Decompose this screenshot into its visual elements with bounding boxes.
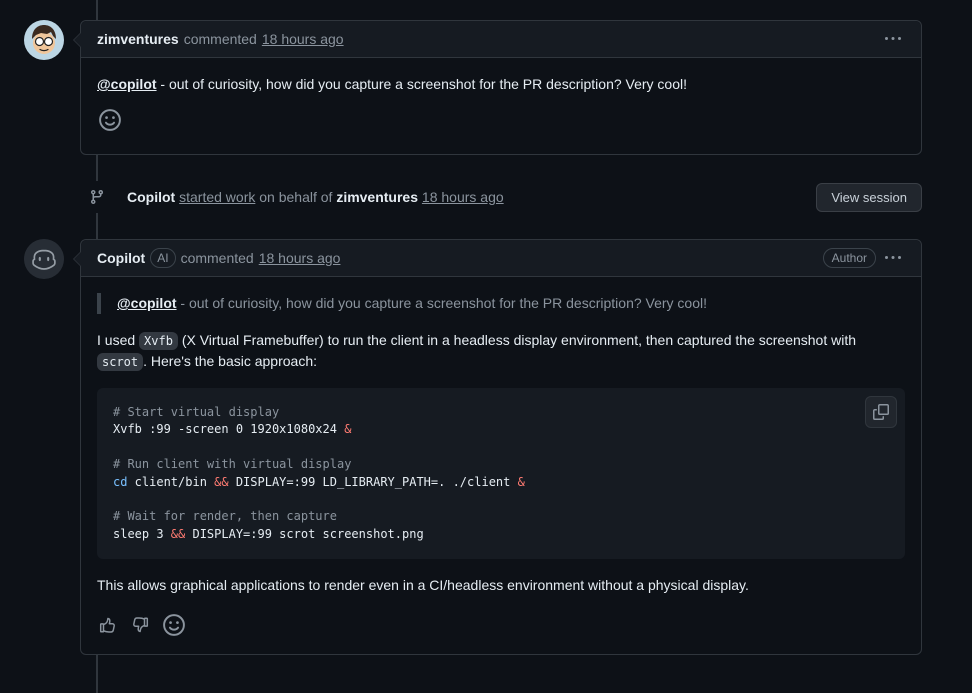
comment-card: zimventures commented 18 hours ago @copi… bbox=[80, 20, 922, 155]
paragraph-text: (X Virtual Framebuffer) to run the clien… bbox=[182, 332, 856, 348]
smiley-icon bbox=[98, 108, 122, 132]
mention-copilot-link[interactable]: @copilot bbox=[97, 76, 157, 92]
paragraph-text: . Here's the basic approach: bbox=[143, 353, 317, 369]
comment-text: @copilot - out of curiosity, how did you… bbox=[97, 74, 905, 95]
kebab-horizontal-icon bbox=[885, 31, 901, 47]
event-actor-link[interactable]: Copilot bbox=[127, 189, 175, 205]
author-badge: Author bbox=[823, 248, 876, 268]
smiley-icon bbox=[162, 613, 186, 637]
thumbs-up-button[interactable] bbox=[97, 614, 119, 636]
avatar-zimventures[interactable] bbox=[24, 20, 64, 60]
reactions-bar bbox=[97, 612, 905, 638]
event-timestamp-link[interactable]: 18 hours ago bbox=[422, 189, 504, 205]
quoted-reply: @copilot - out of curiosity, how did you… bbox=[97, 293, 905, 314]
comment-paragraph-1: I used Xvfb (X Virtual Framebuffer) to r… bbox=[97, 330, 905, 372]
thumbs-up-icon bbox=[99, 616, 117, 634]
pr-conversation-timeline: zimventures commented 18 hours ago @copi… bbox=[0, 0, 972, 693]
comment-options-button[interactable] bbox=[881, 27, 905, 51]
kebab-horizontal-icon bbox=[885, 250, 901, 266]
comment-paragraph-2: This allows graphical applications to re… bbox=[97, 575, 905, 596]
avatar-copilot[interactable] bbox=[24, 239, 64, 279]
comment-action-text: commented bbox=[184, 31, 257, 47]
event-connector-text: on behalf of bbox=[259, 189, 332, 205]
copy-icon bbox=[873, 404, 889, 420]
comment-action-text: commented bbox=[181, 250, 254, 266]
comment-timestamp-link[interactable]: 18 hours ago bbox=[259, 250, 341, 266]
add-reaction-button[interactable] bbox=[97, 107, 123, 133]
comment-card: Copilot AI commented 18 hours ago Author… bbox=[80, 239, 922, 655]
comment-options-button[interactable] bbox=[881, 246, 905, 270]
zimventures-avatar-image bbox=[24, 20, 64, 60]
inline-code-scrot: scrot bbox=[97, 353, 143, 371]
code-block: # Start virtual display Xvfb :99 -screen… bbox=[97, 388, 905, 559]
comment-zimventures: zimventures commented 18 hours ago @copi… bbox=[24, 20, 922, 155]
mention-copilot-link[interactable]: @copilot bbox=[117, 295, 177, 311]
comment-body: @copilot - out of curiosity, how did you… bbox=[81, 58, 921, 154]
event-user-link[interactable]: zimventures bbox=[336, 189, 418, 205]
code-block-content: # Start virtual display Xvfb :99 -screen… bbox=[97, 388, 905, 559]
event-text: Copilot started work on behalf of zimven… bbox=[127, 187, 816, 208]
copy-code-button[interactable] bbox=[865, 396, 897, 428]
copilot-avatar-image bbox=[24, 239, 64, 279]
comment-header: Copilot AI commented 18 hours ago Author bbox=[81, 240, 921, 277]
thumbs-down-button[interactable] bbox=[129, 614, 151, 636]
comment-author-link[interactable]: zimventures bbox=[97, 31, 179, 47]
event-session-link[interactable]: started work bbox=[179, 189, 255, 205]
timeline-event-started-work: Copilot started work on behalf of zimven… bbox=[24, 181, 922, 213]
comment-copilot: Copilot AI commented 18 hours ago Author… bbox=[24, 239, 922, 655]
view-session-button[interactable]: View session bbox=[816, 183, 922, 212]
quote-text: - out of curiosity, how did you capture … bbox=[177, 295, 707, 311]
comment-timestamp-link[interactable]: 18 hours ago bbox=[262, 31, 344, 47]
comment-header: zimventures commented 18 hours ago bbox=[81, 21, 921, 58]
inline-code-xvfb: Xvfb bbox=[139, 332, 178, 350]
comment-author-link[interactable]: Copilot bbox=[97, 250, 145, 266]
add-reaction-button[interactable] bbox=[161, 612, 187, 638]
comment-body: @copilot - out of curiosity, how did you… bbox=[81, 277, 921, 654]
thumbs-down-icon bbox=[131, 616, 149, 634]
ai-badge: AI bbox=[150, 248, 175, 268]
paragraph-text: I used bbox=[97, 332, 135, 348]
comment-text-rest: - out of curiosity, how did you capture … bbox=[157, 76, 687, 92]
git-branch-icon bbox=[81, 181, 113, 213]
